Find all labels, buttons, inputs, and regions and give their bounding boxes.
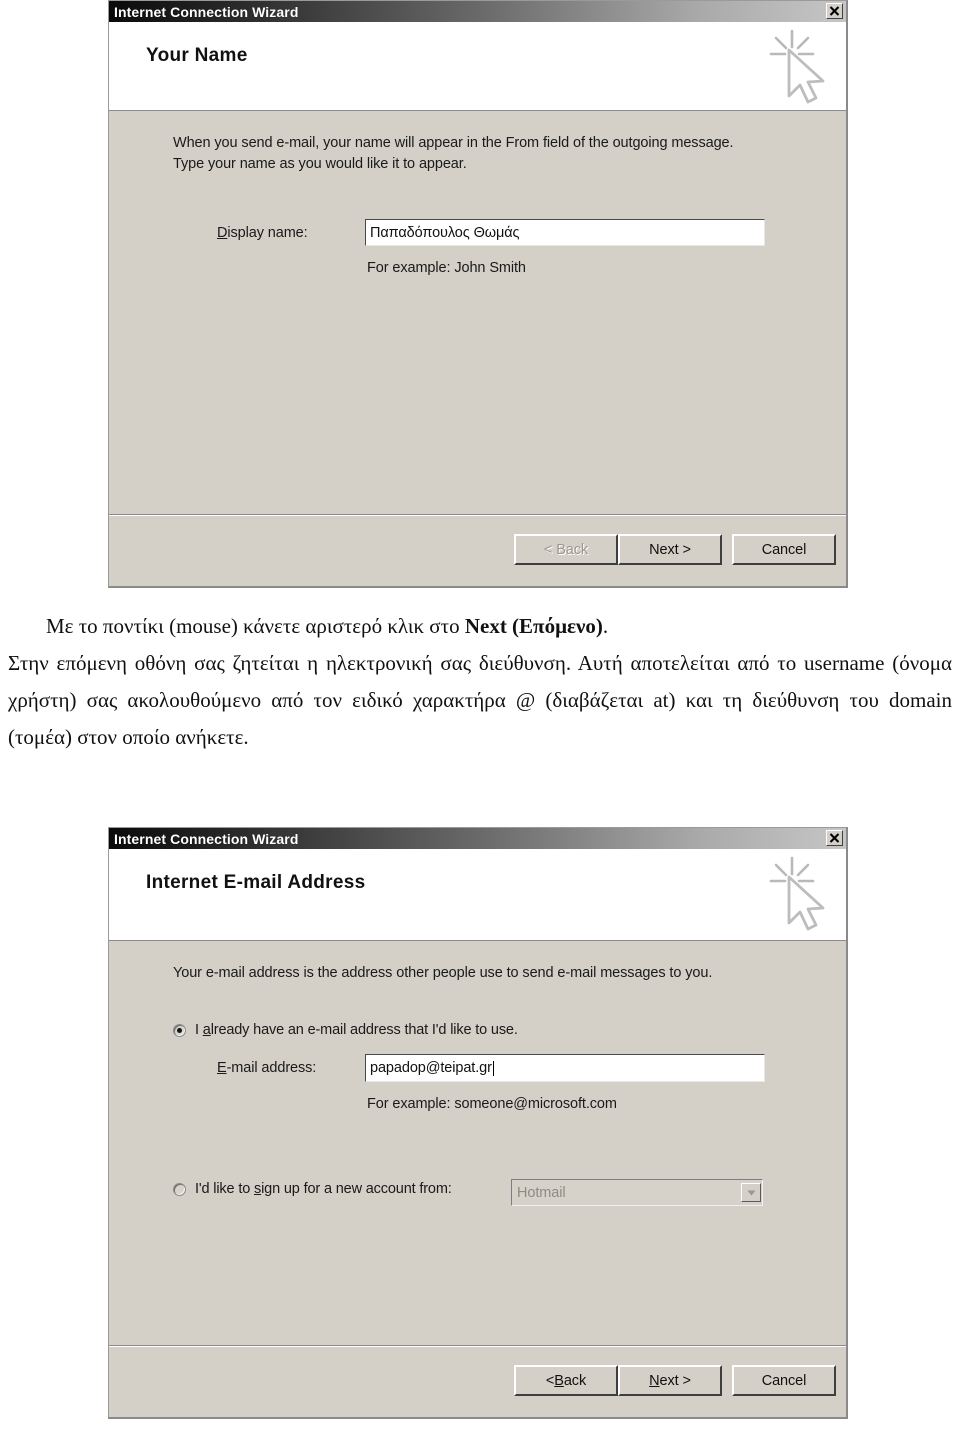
display-name-value: Παπαδόπουλος Θωμάς — [370, 224, 520, 241]
dialog1-footer: < Back Next > Cancel — [109, 516, 846, 586]
dialog2-body: Your e-mail address is the address other… — [109, 941, 846, 1346]
back-button[interactable]: < Back — [514, 1365, 618, 1396]
radio-signup-new-account-label: I'd like to sign up for a new account fr… — [195, 1181, 452, 1197]
dialog1-page-title: Your Name — [146, 45, 248, 66]
email-example-hint: For example: someone@microsoft.com — [367, 1096, 617, 1112]
dialog1-body: When you send e-mail, your name will app… — [109, 111, 846, 515]
dialog2-instructions-line1: Your e-mail address is the address other… — [173, 965, 713, 981]
close-icon[interactable] — [826, 3, 843, 19]
dialog2-title-text: Internet Connection Wizard — [114, 830, 299, 847]
radio-existing-email-label: I already have an e-mail address that I'… — [195, 1022, 518, 1038]
prose-paragraph-1: Με το ποντίκι (mouse) κάνετε αριστερό κλ… — [8, 608, 952, 645]
close-icon[interactable] — [826, 830, 843, 846]
dialog2-button-row: < Back Next > Cancel — [514, 1365, 836, 1396]
radio-signup-new-account-button[interactable] — [173, 1182, 186, 1196]
dialog2-banner: Internet E-mail Address — [109, 849, 846, 941]
chevron-down-icon[interactable] — [741, 1183, 761, 1202]
display-name-example-hint: For example: John Smith — [367, 260, 526, 276]
prose-paragraph-2: Στην επόμενη οθόνη σας ζητείται η ηλεκτρ… — [8, 651, 952, 749]
display-name-input[interactable]: Παπαδόπουλος Θωμάς — [365, 219, 765, 246]
next-button[interactable]: Next > — [618, 1365, 722, 1396]
cursor-sparkle-icon — [758, 28, 832, 108]
cancel-button[interactable]: Cancel — [732, 534, 836, 565]
email-address-row: E-mail address: papadop@teipat.gr — [217, 1054, 765, 1082]
email-address-value: papadop@teipat.gr — [370, 1060, 492, 1076]
instructional-prose: Με το ποντίκι (mouse) κάνετε αριστερό κλ… — [8, 608, 952, 756]
next-button[interactable]: Next > — [618, 534, 722, 565]
dialog2-instructions: Your e-mail address is the address other… — [173, 963, 712, 984]
radio-existing-email-button[interactable] — [173, 1023, 186, 1037]
internet-connection-wizard-dialog-email-address: Internet Connection Wizard Internet E-ma… — [108, 827, 848, 1419]
internet-connection-wizard-dialog-your-name: Internet Connection Wizard Your Name Whe… — [108, 0, 848, 588]
dialog1-titlebar: Internet Connection Wizard — [109, 1, 846, 22]
dialog2-titlebar: Internet Connection Wizard — [109, 828, 846, 849]
display-name-label: Display name: — [217, 224, 308, 241]
cursor-sparkle-icon — [758, 855, 832, 935]
radio-existing-email[interactable]: I already have an e-mail address that I'… — [173, 1022, 518, 1038]
dialog1-title-text: Internet Connection Wizard — [114, 3, 299, 20]
dialog1-instructions-line2: Type your name as you would like it to a… — [173, 156, 467, 172]
prose-p1-bold: Next (Επόμενο) — [464, 614, 603, 638]
email-address-label: E-mail address: — [217, 1060, 317, 1076]
text-caret — [492, 1060, 494, 1076]
display-name-row: Display name: Παπαδόπουλος Θωμάς — [217, 219, 765, 246]
signup-provider-dropdown[interactable]: Hotmail — [511, 1179, 763, 1206]
signup-provider-value: Hotmail — [517, 1184, 566, 1201]
prose-p1-after-bold: . — [602, 614, 609, 638]
dialog2-footer: < Back Next > Cancel — [109, 1347, 846, 1417]
email-address-input[interactable]: papadop@teipat.gr — [365, 1054, 765, 1082]
dialog1-instructions-line1: When you send e-mail, your name will app… — [173, 135, 734, 151]
dialog1-banner: Your Name — [109, 22, 846, 111]
cancel-button[interactable]: Cancel — [732, 1365, 836, 1396]
dialog1-instructions: When you send e-mail, your name will app… — [173, 133, 734, 175]
prose-p1-before-bold: Με το ποντίκι (mouse) κάνετε αριστερό κλ… — [46, 614, 465, 638]
dialog2-page-title: Internet E-mail Address — [146, 872, 366, 893]
dialog1-button-row: < Back Next > Cancel — [514, 534, 836, 565]
back-button[interactable]: < Back — [514, 534, 618, 565]
radio-signup-new-account[interactable]: I'd like to sign up for a new account fr… — [173, 1181, 452, 1197]
